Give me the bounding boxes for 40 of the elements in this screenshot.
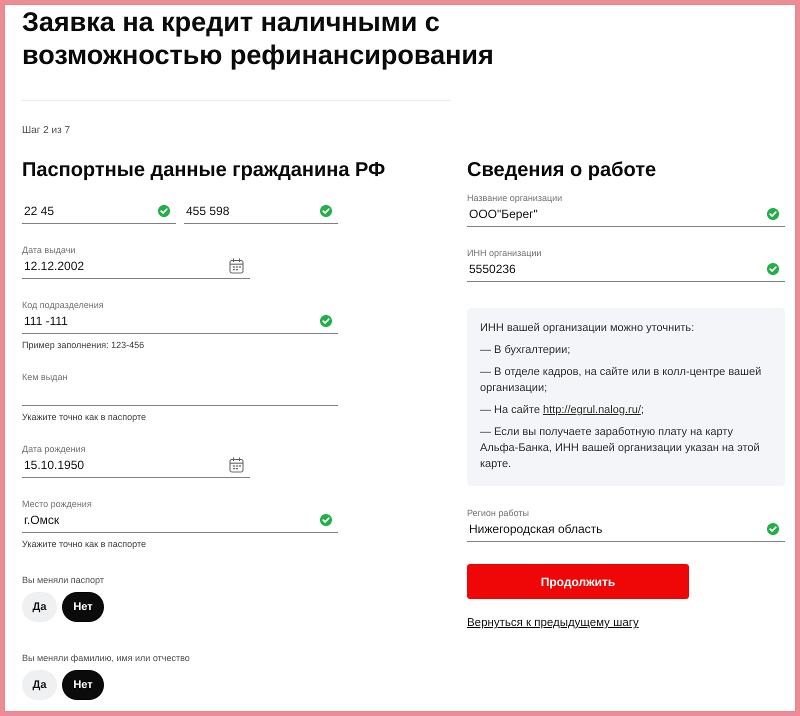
field-label: ИНН организации <box>467 247 542 259</box>
input-field[interactable]: 22 45 <box>22 201 176 224</box>
option-button[interactable]: Нет <box>62 670 104 700</box>
section-heading: Паспортные данные гражданина РФ <box>22 158 386 182</box>
field-label: Дата рождения <box>22 443 86 455</box>
input-field[interactable]: 15.10.1950 <box>22 455 250 478</box>
site-link[interactable]: http://egrul.nalog.ru/ <box>543 404 641 416</box>
field-label: Дата выдачи <box>22 244 76 256</box>
info-text: ИНН вашей организации можно уточнить: <box>480 321 696 336</box>
option-button[interactable]: Да <box>22 592 57 622</box>
helper-text: Пример заполнения: 123-456 <box>22 339 144 351</box>
question-label: Вы меняли фамилию, имя или отчество <box>22 652 190 664</box>
option-button[interactable]: Нет <box>62 592 104 622</box>
page-title: Заявка на кредит наличными с возможностью рефинансирования <box>22 6 495 72</box>
section-heading: Сведения о работе <box>467 158 656 182</box>
option-button[interactable]: Да <box>22 670 57 700</box>
input-field[interactable]: 12.12.2002 <box>22 256 250 279</box>
input-field[interactable]: 5550236 <box>467 259 785 282</box>
continue-button[interactable]: Продолжить <box>467 564 689 599</box>
helper-text: Укажите точно как в паспорте <box>22 538 146 550</box>
calendar-icon <box>229 457 244 473</box>
input-field[interactable]: Нижегородская область <box>467 519 785 542</box>
info-item: — В бухгалтерии; <box>480 343 572 358</box>
step-indicator: Шаг 2 из 7 <box>22 124 70 138</box>
input-field[interactable]: 111 -111 <box>22 311 338 334</box>
field-label: Кем выдан <box>22 371 68 383</box>
calendar-icon <box>229 258 244 274</box>
field-label: Название организации <box>467 192 562 204</box>
field-label: Место рождения <box>22 498 92 510</box>
question-label: Вы меняли паспорт <box>22 574 104 586</box>
input-field[interactable]: г.Омск <box>22 510 338 533</box>
info-item: — В отделе кадров, на сайте или в колл-центре вашей организации; <box>480 365 762 396</box>
back-link[interactable]: Вернуться к предыдущему шагу <box>467 616 639 631</box>
field-label: Код подразделения <box>22 299 104 311</box>
field-label: Регион работы <box>467 507 529 519</box>
info-item: — Если вы получаете заработную плату на карту Альфа-Банка, ИНН вашей организации указан на этой карте. <box>480 425 761 472</box>
input-field[interactable]: ООО"Берег" <box>467 204 785 227</box>
helper-text: Укажите точно как в паспорте <box>22 411 146 423</box>
info-item: — На сайте http://egrul.nalog.ru/; <box>480 403 645 418</box>
input-field[interactable]: 455 598 <box>184 201 338 224</box>
